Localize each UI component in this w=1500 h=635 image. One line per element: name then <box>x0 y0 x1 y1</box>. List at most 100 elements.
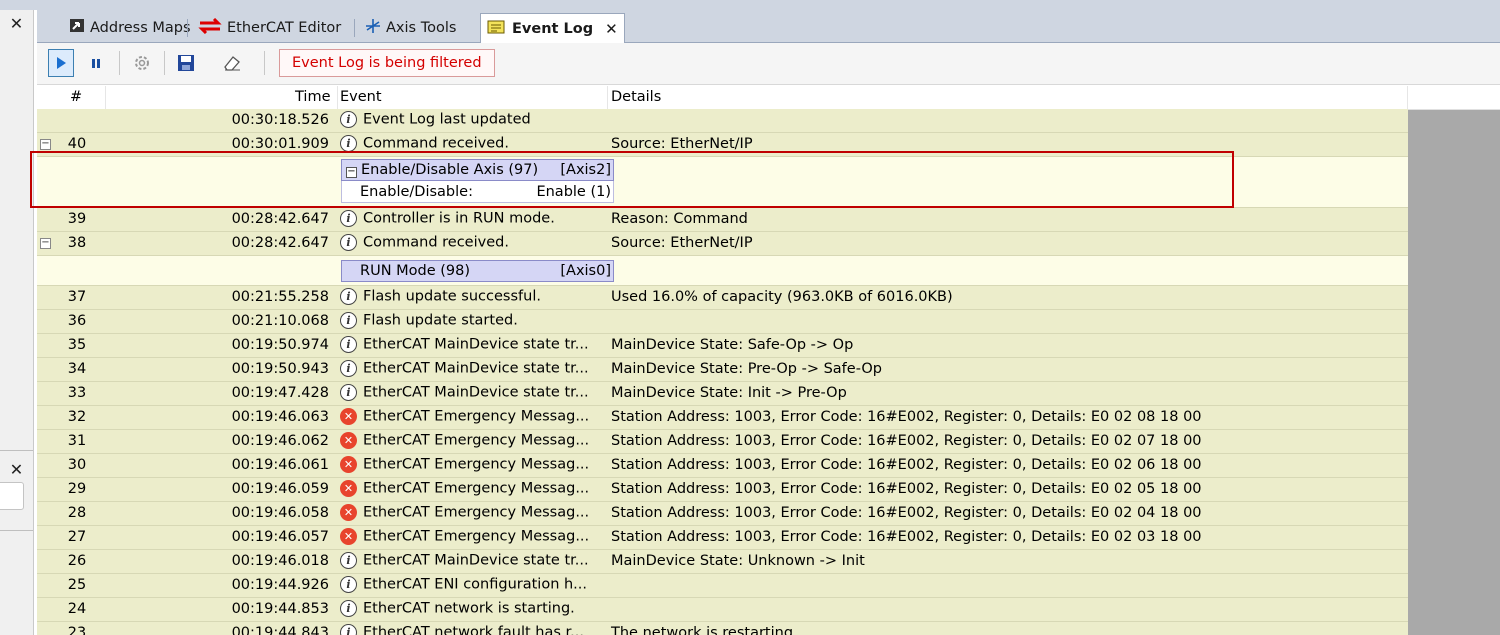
row-event: Command received. <box>363 234 509 251</box>
row-time: 00:30:18.526 <box>231 112 329 128</box>
close-icon[interactable]: ✕ <box>0 14 33 33</box>
column-divider[interactable] <box>105 86 106 109</box>
table-row[interactable]: 32 00:19:46.063 ✕ EtherCAT Emergency Mess… <box>37 406 1408 430</box>
tab-address-maps[interactable]: Address Maps <box>63 14 197 42</box>
column-header-event[interactable]: Event <box>340 89 382 105</box>
collapse-icon[interactable]: − <box>40 238 51 249</box>
row-details: MainDevice State: Init -> Pre-Op <box>611 385 847 401</box>
table-row[interactable]: 33 00:19:47.428 i EtherCAT MainDevice sta… <box>37 382 1408 406</box>
pause-button[interactable] <box>83 49 109 77</box>
table-row[interactable]: 39 00:28:42.647 i Controller is in RUN mo… <box>37 208 1408 232</box>
row-number: 37 <box>67 289 87 305</box>
table-row[interactable]: 00:30:18.526 i Event Log last updated <box>37 109 1408 133</box>
row-number: 33 <box>67 385 87 401</box>
play-icon <box>57 57 66 69</box>
row-event: Event Log last updated <box>363 111 531 128</box>
row-details: The network is restarting <box>611 625 794 635</box>
event-log-icon <box>487 19 507 39</box>
settings-button[interactable] <box>129 49 155 77</box>
tab-ethercat-editor[interactable]: EtherCAT Editor <box>192 14 347 42</box>
pause-icon <box>92 59 100 68</box>
event-log-toolbar: Event Log is being filtered <box>37 43 1500 85</box>
row-time: 00:19:50.943 <box>231 361 329 377</box>
row-number: 36 <box>67 313 87 329</box>
row-details: Station Address: 1003, Error Code: 16#E0… <box>611 481 1202 497</box>
info-icon: i <box>340 336 357 353</box>
row-number: 28 <box>67 505 87 521</box>
row-event: EtherCAT MainDevice state tr... <box>363 360 589 377</box>
table-row[interactable]: 29 00:19:46.059 ✕ EtherCAT Emergency Mess… <box>37 478 1408 502</box>
axis-tools-icon <box>365 18 381 38</box>
row-event: EtherCAT Emergency Messag... <box>363 408 590 425</box>
row-details: Station Address: 1003, Error Code: 16#E0… <box>611 505 1202 521</box>
table-row[interactable]: 31 00:19:46.062 ✕ EtherCAT Emergency Mess… <box>37 430 1408 454</box>
tab-axis-tools[interactable]: Axis Tools <box>359 14 462 42</box>
table-row[interactable]: 34 00:19:50.943 i EtherCAT MainDevice sta… <box>37 358 1408 382</box>
row-event: EtherCAT Emergency Messag... <box>363 432 590 449</box>
table-row[interactable]: 30 00:19:46.061 ✕ EtherCAT Emergency Mess… <box>37 454 1408 478</box>
row-time: 00:28:42.647 <box>231 235 329 251</box>
row-time: 00:19:46.018 <box>231 553 329 569</box>
row-event: Controller is in RUN mode. <box>363 210 555 227</box>
error-icon: ✕ <box>340 456 357 473</box>
info-icon: i <box>340 600 357 617</box>
table-row[interactable]: − 38 00:28:42.647 i Command received. Sou… <box>37 232 1408 256</box>
table-row[interactable]: 23 00:19:44.843 i EtherCAT network fault … <box>37 622 1408 635</box>
play-button[interactable] <box>48 49 74 77</box>
row-number: 26 <box>67 553 87 569</box>
info-icon: i <box>340 624 357 635</box>
row-event: EtherCAT network is starting. <box>363 600 575 617</box>
tab-event-log[interactable]: Event Log ✕ <box>480 13 625 43</box>
row-event: Flash update successful. <box>363 288 541 305</box>
table-row[interactable]: 25 00:19:44.926 i EtherCAT ENI configurat… <box>37 574 1408 598</box>
table-row[interactable]: 26 00:19:46.018 i EtherCAT MainDevice sta… <box>37 550 1408 574</box>
row-number: 24 <box>67 601 87 617</box>
info-icon: i <box>340 552 357 569</box>
info-icon: i <box>340 384 357 401</box>
gear-icon <box>135 56 149 70</box>
row-time: 00:21:55.258 <box>231 289 329 305</box>
column-divider[interactable] <box>337 86 338 109</box>
table-row[interactable]: 36 00:21:10.068 i Flash update started. <box>37 310 1408 334</box>
eraser-icon <box>224 56 240 71</box>
column-header-details[interactable]: Details <box>611 89 661 105</box>
row-time: 00:19:50.974 <box>231 337 329 353</box>
table-row[interactable]: 24 00:19:44.853 i EtherCAT network is sta… <box>37 598 1408 622</box>
row-number: 39 <box>67 211 87 227</box>
row-event: Command received. <box>363 135 509 152</box>
row-event: Flash update started. <box>363 312 518 329</box>
table-row[interactable]: 37 00:21:55.258 i Flash update successful… <box>37 286 1408 310</box>
toolbar-separator <box>264 51 265 75</box>
row-time: 00:21:10.068 <box>231 313 329 329</box>
toolbar-separator <box>164 51 165 75</box>
info-icon: i <box>340 360 357 377</box>
collapse-icon[interactable]: − <box>40 139 51 150</box>
table-row[interactable]: 28 00:19:46.058 ✕ EtherCAT Emergency Mess… <box>37 502 1408 526</box>
close-icon[interactable]: ✕ <box>605 20 618 38</box>
error-icon: ✕ <box>340 408 357 425</box>
close-icon[interactable]: ✕ <box>0 460 33 479</box>
table-row[interactable]: 35 00:19:50.974 i EtherCAT MainDevice sta… <box>37 334 1408 358</box>
column-divider[interactable] <box>1407 86 1408 109</box>
row-time: 00:19:47.428 <box>231 385 329 401</box>
column-divider[interactable] <box>607 86 608 109</box>
clear-log-button[interactable] <box>219 49 245 77</box>
panel-input-box[interactable] <box>0 482 24 510</box>
command-parameter-table: RUN Mode (98) [Axis0] <box>341 260 614 282</box>
column-header-num[interactable]: # <box>70 89 82 105</box>
document-tab-bar: Address Maps EtherCAT Editor Axis Tools … <box>37 10 1500 43</box>
row-time: 00:19:46.063 <box>231 409 329 425</box>
row-event: EtherCAT Emergency Messag... <box>363 480 590 497</box>
row-details: Station Address: 1003, Error Code: 16#E0… <box>611 409 1202 425</box>
row-event: EtherCAT Emergency Messag... <box>363 504 590 521</box>
row-number: 35 <box>67 337 87 353</box>
row-time: 00:19:46.062 <box>231 433 329 449</box>
row-detail-panel: RUN Mode (98) [Axis0] <box>37 256 1408 286</box>
ethercat-arrows-icon <box>198 17 222 38</box>
row-number: 34 <box>67 361 87 377</box>
save-button[interactable] <box>173 49 199 77</box>
panel-divider <box>0 450 33 451</box>
column-header-time[interactable]: Time <box>295 89 331 105</box>
table-row[interactable]: 27 00:19:46.057 ✕ EtherCAT Emergency Mess… <box>37 526 1408 550</box>
row-number: 40 <box>67 136 87 152</box>
